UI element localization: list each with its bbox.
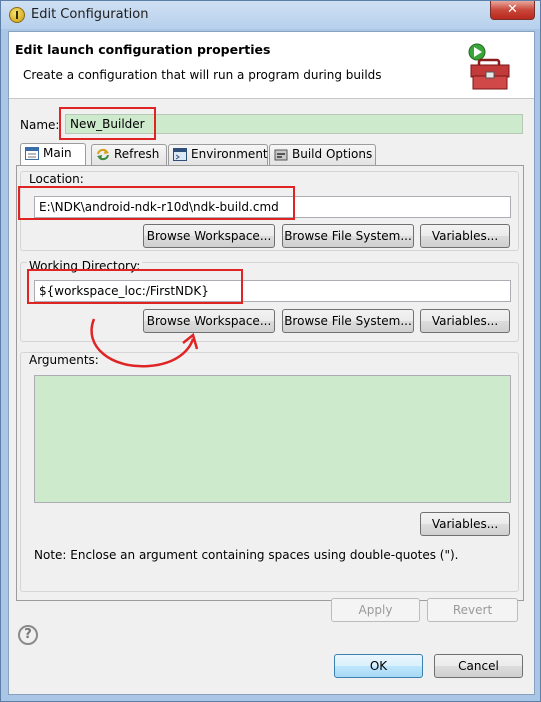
- working-directory-label: Working Directory:: [27, 259, 143, 273]
- app-icon: [9, 7, 25, 23]
- build-options-icon: [274, 149, 288, 161]
- location-variables-button[interactable]: Variables...: [420, 224, 510, 248]
- working-directory-input[interactable]: ${workspace_loc:/FirstNDK}: [34, 280, 511, 302]
- tab-build-options-label: Build Options: [292, 147, 373, 161]
- dialog-header: Edit launch configuration properties Cre…: [9, 32, 534, 99]
- main-tab-icon: [25, 147, 39, 160]
- tab-build-options[interactable]: Build Options: [269, 144, 376, 165]
- apply-button[interactable]: Apply: [331, 598, 420, 622]
- tab-refresh-label: Refresh: [114, 147, 160, 161]
- main-tab-panel: Location: E:\NDK\android-ndk-r10d\ndk-bu…: [16, 165, 524, 601]
- annotation-arrow: [90, 318, 199, 368]
- title-bar[interactable]: Edit Configuration ✕: [1, 1, 540, 29]
- working-directory-variables-button[interactable]: Variables...: [420, 309, 510, 333]
- name-input[interactable]: New_Builder: [65, 114, 523, 134]
- location-input[interactable]: E:\NDK\android-ndk-r10d\ndk-build.cmd: [34, 196, 511, 218]
- tab-main-label: Main: [43, 146, 72, 160]
- header-description: Create a configuration that will run a p…: [23, 68, 382, 82]
- arguments-variables-button[interactable]: Variables...: [420, 512, 510, 536]
- close-button[interactable]: ✕: [490, 1, 535, 20]
- window-title: Edit Configuration: [31, 7, 149, 22]
- arguments-textarea[interactable]: [34, 375, 511, 503]
- header-title: Edit launch configuration properties: [15, 42, 271, 57]
- revert-button[interactable]: Revert: [427, 598, 518, 622]
- tab-main[interactable]: Main: [20, 143, 86, 166]
- help-icon[interactable]: ?: [18, 625, 38, 645]
- working-directory-browse-file-system-button[interactable]: Browse File System...: [282, 309, 414, 333]
- arguments-note: Note: Enclose an argument containing spa…: [34, 548, 459, 562]
- cancel-button[interactable]: Cancel: [434, 654, 523, 678]
- toolbox-icon: [468, 43, 510, 90]
- tab-environment-label: Environment: [191, 147, 268, 161]
- tab-environment[interactable]: Environment: [168, 144, 268, 165]
- location-browse-file-system-button[interactable]: Browse File System...: [282, 224, 414, 248]
- arguments-group: Arguments: Variables... Note: Enclose an…: [20, 352, 519, 592]
- tab-refresh[interactable]: Refresh: [91, 144, 167, 165]
- refresh-icon: [97, 148, 109, 161]
- edit-configuration-window: Edit Configuration ✕ Edit launch configu…: [0, 0, 541, 702]
- ok-button[interactable]: OK: [334, 654, 423, 678]
- location-label: Location:: [27, 172, 86, 186]
- environment-icon: [173, 148, 187, 161]
- location-browse-workspace-button[interactable]: Browse Workspace...: [143, 224, 275, 248]
- location-group: Location: E:\NDK\android-ndk-r10d\ndk-bu…: [20, 171, 519, 251]
- name-label: Name:: [20, 118, 60, 132]
